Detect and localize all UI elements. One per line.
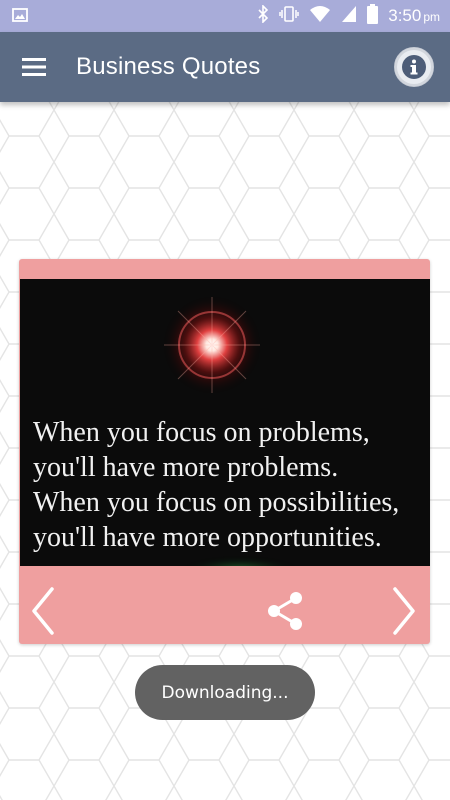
cell-signal-icon	[341, 5, 357, 28]
battery-icon	[367, 3, 379, 29]
app-bar: Business Quotes	[0, 32, 450, 102]
quote-card: When you focus on problems, you'll have …	[19, 259, 430, 644]
bluetooth-icon	[257, 3, 269, 28]
wifi-icon	[309, 5, 331, 28]
chevron-right-icon[interactable]	[384, 581, 424, 641]
downloading-toast: Downloading...	[135, 665, 315, 720]
quote-text: When you focus on problems, you'll have …	[33, 417, 400, 553]
image-icon	[12, 7, 28, 28]
info-icon[interactable]	[394, 47, 434, 87]
status-time: 3:50 pm	[388, 6, 440, 25]
chevron-left-icon[interactable]	[23, 581, 63, 641]
vibrate-icon	[279, 5, 299, 28]
status-bar: 3:50 pm	[0, 0, 450, 32]
hamburger-menu-icon[interactable]	[14, 47, 54, 87]
quote-image: When you focus on problems, you'll have …	[20, 279, 430, 566]
app-title: Business Quotes	[76, 53, 261, 80]
share-icon[interactable]	[263, 589, 307, 633]
